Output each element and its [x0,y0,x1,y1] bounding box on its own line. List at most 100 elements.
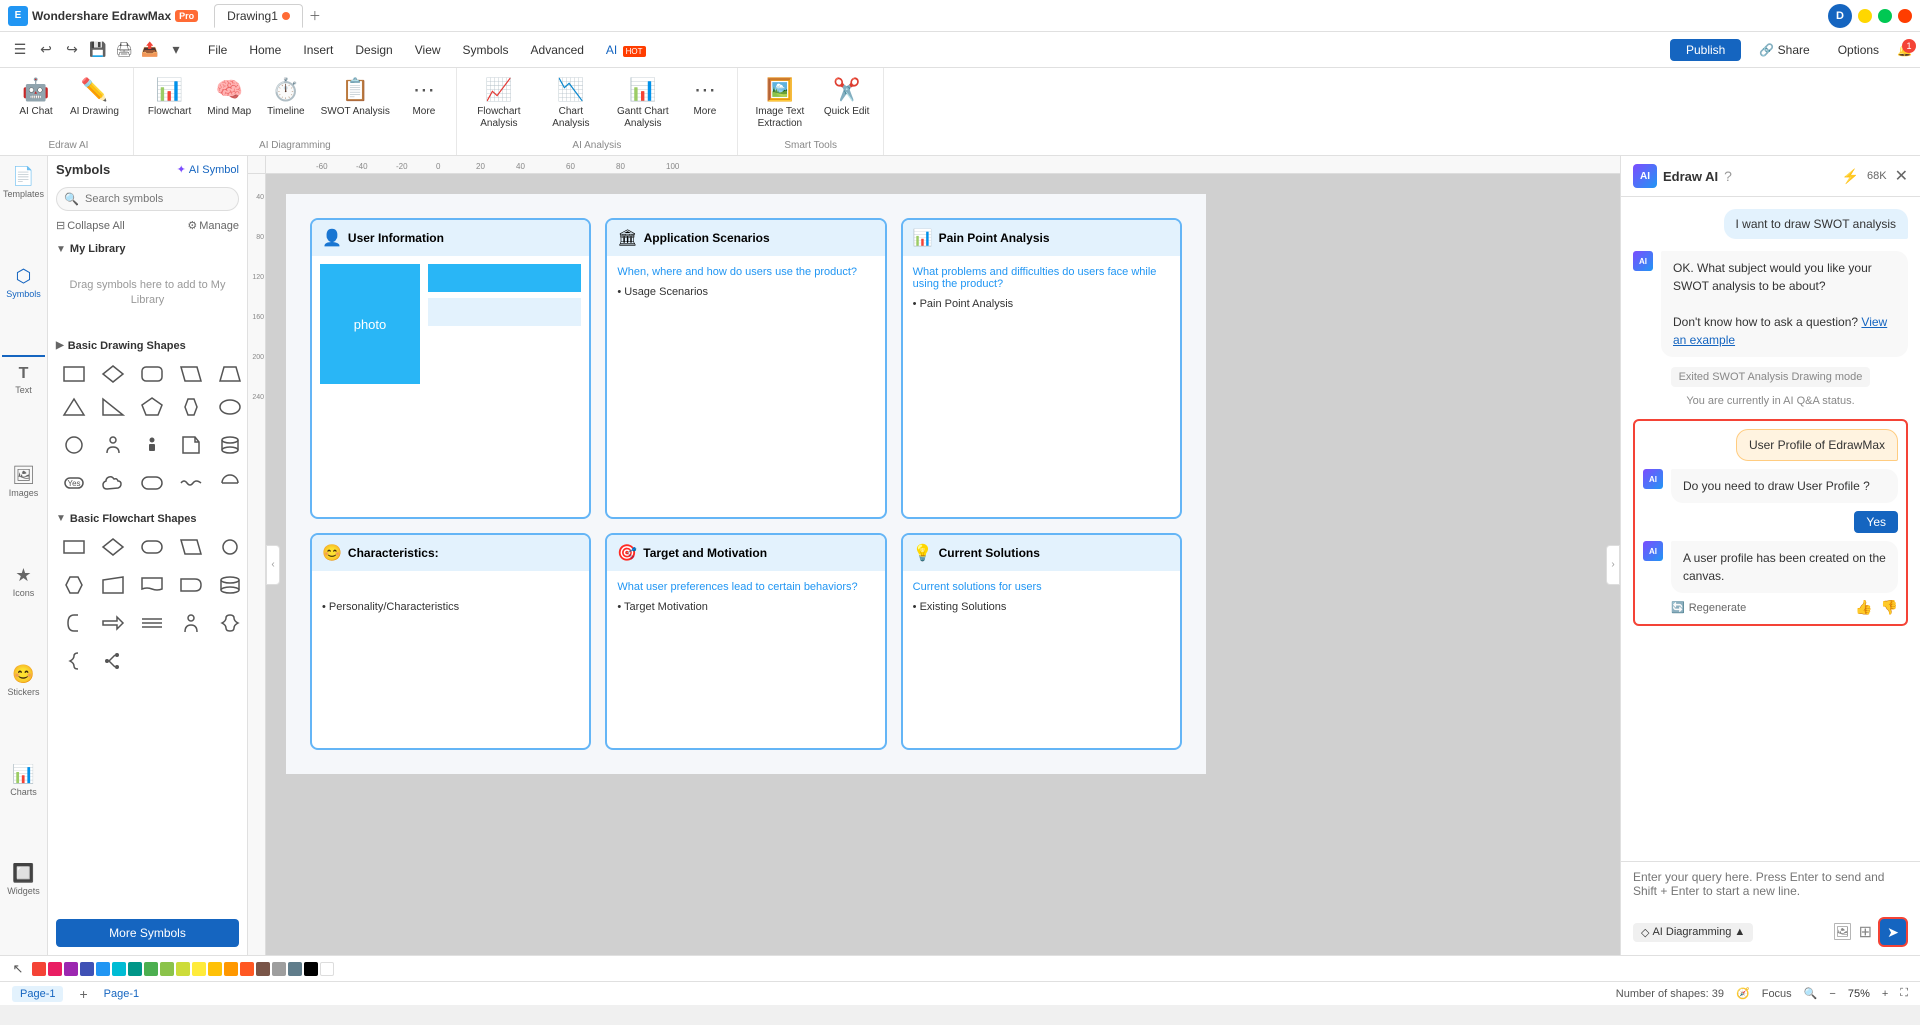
shape-bracket-left[interactable] [56,608,92,638]
shape-doc[interactable] [173,430,209,460]
print-btn[interactable]: 🖨 [112,38,136,62]
shape-process[interactable] [56,532,92,562]
shape-right-triangle[interactable] [95,392,131,422]
zoom-icon[interactable]: 🔍 [1804,987,1818,1000]
select-tool[interactable]: ↖ [8,959,28,979]
restore-btn[interactable] [1878,9,1892,23]
canvas-collapse-left-btn[interactable]: ‹ [266,545,280,585]
export-btn[interactable]: 📤 [138,38,162,62]
shape-yes-badge[interactable]: Yes [56,468,92,498]
shape-oval[interactable] [212,392,247,422]
sidebar-tab-text[interactable]: T Text [11,359,36,457]
shape-doc2[interactable] [134,570,170,600]
menu-insert[interactable]: Insert [293,39,343,61]
thumbs-down-btn[interactable]: 👎 [1881,599,1898,616]
menu-design[interactable]: Design [345,39,402,61]
more-quick-btn[interactable]: ▾ [164,38,188,62]
color-brown[interactable] [256,962,270,976]
publish-btn[interactable]: Publish [1670,39,1741,61]
menu-ai[interactable]: AI HOT [596,39,656,61]
ai-symbol-btn[interactable]: ✦ AI Symbol [177,163,239,176]
shape-circle[interactable] [56,430,92,460]
color-teal[interactable] [128,962,142,976]
color-blue-grey[interactable] [288,962,302,976]
color-indigo[interactable] [80,962,94,976]
shape-diamond[interactable] [95,359,131,389]
shape-hexagon[interactable] [173,392,209,422]
color-lime[interactable] [176,962,190,976]
shape-parallelogram[interactable] [173,359,209,389]
save-btn[interactable]: 💾 [86,38,110,62]
ai-close-btn[interactable]: ✕ [1895,166,1908,186]
color-light-green[interactable] [160,962,174,976]
shape-node-line[interactable] [95,646,131,676]
close-btn[interactable] [1898,9,1912,23]
ai-image-icon[interactable]: 🖼 [1832,922,1852,942]
thumbs-up-btn[interactable]: 👍 [1855,599,1872,616]
shape-person2[interactable] [134,430,170,460]
ai-mode-selector[interactable]: ◇ AI Diagramming ▲ [1633,923,1753,942]
menu-advanced[interactable]: Advanced [521,39,594,61]
shape-prep[interactable] [56,570,92,600]
ribbon-chart-analysis[interactable]: 📉 Chart Analysis [537,72,605,134]
tab-drawing1[interactable]: Drawing1 [214,4,303,28]
shape-cloud[interactable] [95,468,131,498]
shape-pentagon[interactable] [134,392,170,422]
shape-person[interactable] [95,430,131,460]
share-btn[interactable]: 🔗 Share [1749,39,1819,61]
shape-arrow-right[interactable] [95,608,131,638]
ribbon-image-text[interactable]: 🖼️ Image Text Extraction [746,72,814,134]
search-symbols-input[interactable] [56,187,239,211]
color-red[interactable] [32,962,46,976]
shape-wavy[interactable] [173,468,209,498]
ribbon-ai-chat[interactable]: 🤖 AI Chat [12,72,60,122]
more-symbols-btn[interactable]: More Symbols [56,919,239,947]
shape-rectangle[interactable] [56,359,92,389]
shape-data[interactable] [173,532,209,562]
menu-home[interactable]: Home [239,39,291,61]
zoom-plus[interactable]: + [1882,988,1888,1000]
menu-symbols[interactable]: Symbols [453,39,519,61]
color-deep-orange[interactable] [240,962,254,976]
sidebar-tab-symbols[interactable]: ⬡ Symbols [2,260,45,358]
ribbon-swot[interactable]: 📋 SWOT Analysis [315,72,396,122]
shape-triangle[interactable] [56,392,92,422]
ai-send-btn[interactable]: ➤ [1878,917,1908,947]
color-white[interactable] [320,962,334,976]
yes-btn[interactable]: Yes [1854,511,1898,533]
sidebar-tab-images[interactable]: 🖼 Images [5,459,43,557]
page-add-btn[interactable]: + [79,986,87,1002]
color-green[interactable] [144,962,158,976]
color-grey[interactable] [272,962,286,976]
shape-rect-rounded-2[interactable] [134,468,170,498]
focus-label[interactable]: Focus [1762,988,1792,1000]
manage-btn[interactable]: ⚙ Manage [187,219,239,232]
menu-view[interactable]: View [405,39,451,61]
nav-icon[interactable]: 🧭 [1736,987,1750,1000]
shape-cylinder[interactable] [212,430,247,460]
ribbon-ai-drawing[interactable]: ✏️ AI Drawing [64,72,125,122]
color-orange[interactable] [224,962,238,976]
basic-drawing-shapes-header[interactable]: ▶ Basic Drawing Shapes [56,337,239,355]
canvas-viewport[interactable]: 👤 User Information photo [266,174,1620,955]
fullscreen-icon[interactable]: ⛶ [1900,987,1908,1000]
ai-table-icon[interactable]: ⊞ [1859,922,1872,942]
collapse-all-btn[interactable]: ⊟ Collapse All [56,219,125,232]
ribbon-more-analysis[interactable]: ⋯ More [681,72,729,122]
sidebar-tab-templates[interactable]: 📄 Templates [0,160,48,258]
shape-lines[interactable] [134,608,170,638]
shape-decision[interactable] [95,532,131,562]
basic-flowchart-shapes-header[interactable]: ▼ Basic Flowchart Shapes [56,510,239,528]
minimize-btn[interactable] [1858,9,1872,23]
shape-half-circle[interactable] [212,468,247,498]
color-yellow[interactable] [192,962,206,976]
color-cyan[interactable] [112,962,126,976]
zoom-minus[interactable]: − [1829,988,1835,1000]
shape-rounded-rect[interactable] [134,359,170,389]
color-amber[interactable] [208,962,222,976]
color-pink[interactable] [48,962,62,976]
ribbon-flowchart[interactable]: 📊 Flowchart [142,72,197,122]
shape-delay[interactable] [173,570,209,600]
shape-trapezoid[interactable] [212,359,247,389]
sidebar-tab-widgets[interactable]: 🔲 Widgets [3,857,44,955]
